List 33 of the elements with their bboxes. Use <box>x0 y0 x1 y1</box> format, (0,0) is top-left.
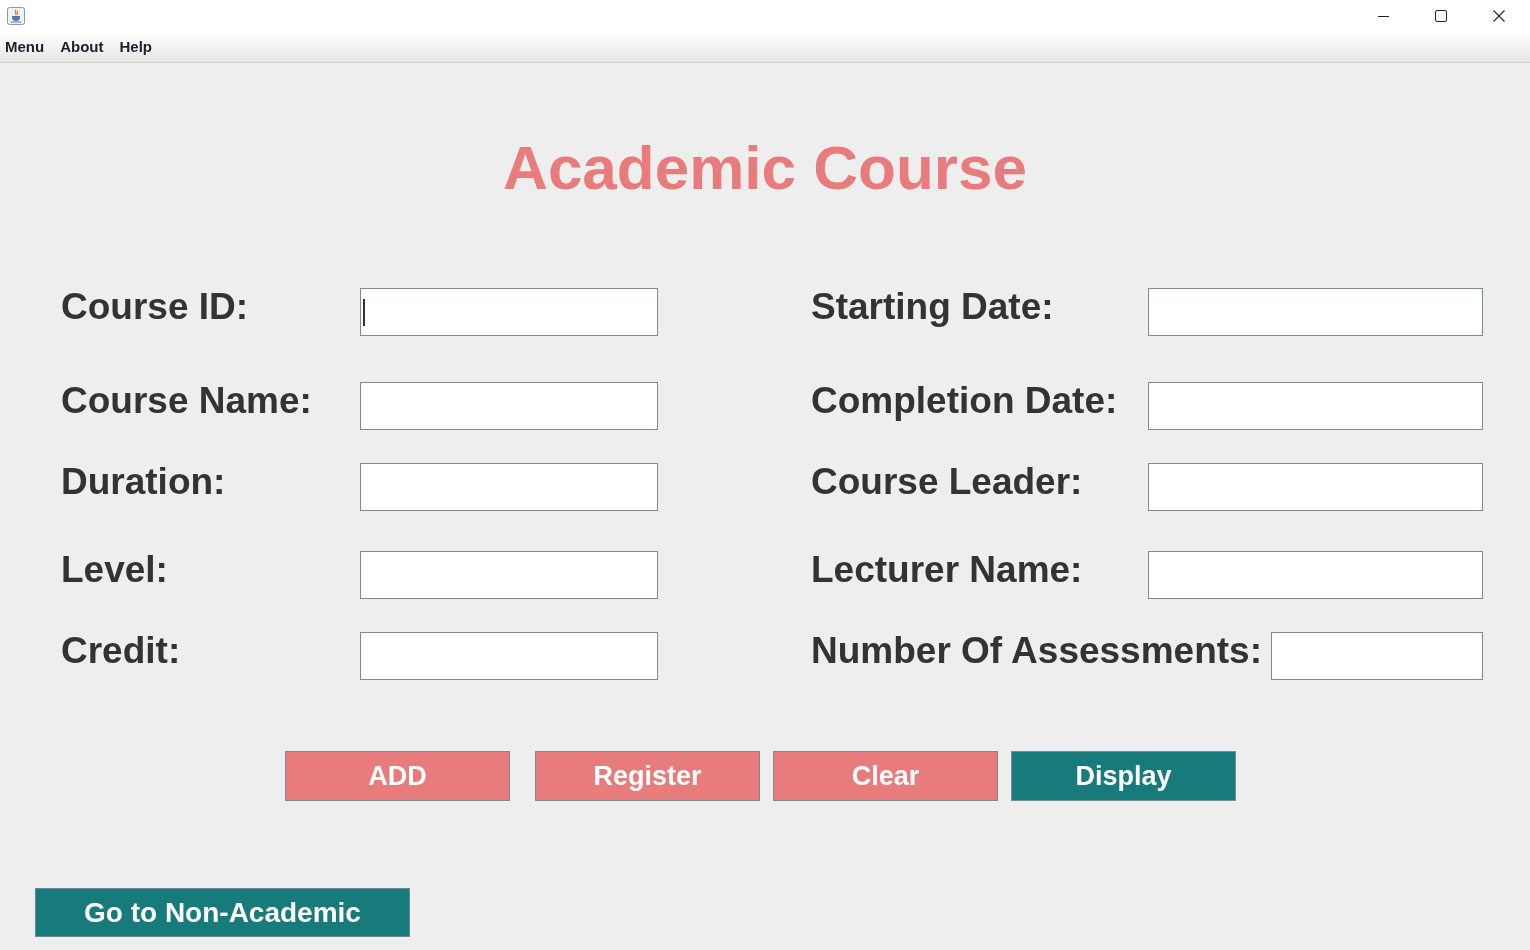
field-label: Course Name: <box>61 382 313 420</box>
field-label: Level: <box>61 551 169 589</box>
field-label: Number Of Assessments: <box>811 632 1262 670</box>
close-icon <box>1493 10 1505 22</box>
page-heading: Academic Course <box>503 137 1027 199</box>
input-field[interactable] <box>360 632 658 680</box>
action-button[interactable]: ADD <box>285 751 510 801</box>
input-field[interactable] <box>1148 551 1483 599</box>
input-field[interactable] <box>360 382 658 430</box>
menu-item[interactable]: About <box>60 38 104 56</box>
input-field[interactable] <box>1271 632 1483 680</box>
action-button[interactable]: Clear <box>773 751 998 801</box>
input-field[interactable] <box>1148 382 1483 430</box>
input-field[interactable] <box>360 288 658 336</box>
input-field[interactable] <box>1148 288 1483 336</box>
input-field[interactable] <box>360 551 658 599</box>
input-field[interactable] <box>360 463 658 511</box>
minimize-icon <box>1377 15 1389 17</box>
input-field[interactable] <box>1148 463 1483 511</box>
action-button[interactable]: Register <box>535 751 760 801</box>
menu-item[interactable]: Menu <box>5 38 45 56</box>
maximize-icon <box>1435 10 1447 22</box>
field-label: Credit: <box>61 632 182 670</box>
field-label: Course Leader: <box>811 463 1084 501</box>
field-label: Duration: <box>61 463 227 501</box>
field-label: Completion Date: <box>811 382 1119 420</box>
action-button[interactable]: Display <box>1011 751 1236 801</box>
menu-item[interactable]: Help <box>119 38 152 56</box>
field-label: Lecturer Name: <box>811 551 1084 589</box>
go-to-non-academic-button[interactable]: Go to Non-Academic <box>35 888 410 937</box>
field-label: Course ID: <box>61 288 250 326</box>
field-label: Starting Date: <box>811 288 1055 326</box>
coffee-cup-icon <box>7 7 25 25</box>
